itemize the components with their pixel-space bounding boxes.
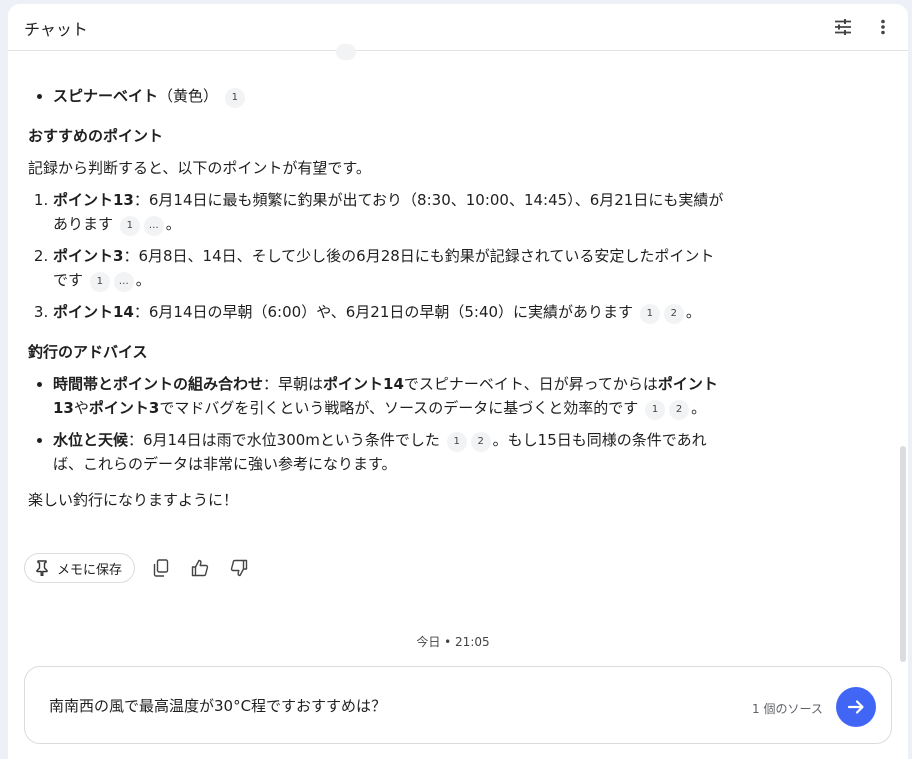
list-item: ポイント3：6月8日、14日、そして少し後の6月28日にも釣果が記録されている安… xyxy=(53,244,728,292)
thumbs-down-button[interactable] xyxy=(226,555,252,581)
citation-chip[interactable]: 1 xyxy=(89,272,110,292)
more-options-button[interactable] xyxy=(871,15,895,39)
query-input[interactable]: 南南西の風で最高温度が30°C程ですおすすめは？ xyxy=(49,695,386,716)
chat-panel: チャット • スピナーベイト（黄色） 1 おすすめのポイント 記録から判断すると… xyxy=(8,4,908,759)
thumbs-up-icon xyxy=(191,559,209,577)
list-item: ポイント14：6月14日の早朝（6:00）や、6月21日の早朝（5:40）に実績… xyxy=(53,300,728,324)
citation-chip[interactable]: 1 xyxy=(224,88,245,108)
chat-title: チャット xyxy=(24,20,88,39)
save-to-note-button[interactable]: メモに保存 xyxy=(24,553,136,583)
citation-chip[interactable]: … xyxy=(143,216,164,236)
source-count: 1 個のソース xyxy=(752,702,823,716)
section-heading: おすすめのポイント xyxy=(28,127,164,145)
tune-settings-button[interactable] xyxy=(831,15,855,39)
copy-icon xyxy=(153,559,169,577)
section-intro: 記録から判断すると、以下のポイントが有望です。 xyxy=(28,159,371,177)
response-content: スピナーベイト（黄色） 1 おすすめのポイント 記録から判断すると、以下のポイン… xyxy=(28,44,728,512)
message-timestamp: 今日 • 21:05 xyxy=(416,635,490,649)
citation-chip[interactable]: … xyxy=(113,272,134,292)
copy-button[interactable] xyxy=(148,555,174,581)
advice-list: 時間帯とポイントの組み合わせ：早朝はポイント14でスピナーベイト、日が昇ってから… xyxy=(28,372,728,476)
thumbs-down-icon xyxy=(230,559,248,577)
list-item: ポイント13：6月14日に最も頻繁に釣果が出ており（8:30、10:00、14:… xyxy=(53,188,728,236)
save-to-note-label: メモに保存 xyxy=(57,562,123,578)
lure-list: スピナーベイト（黄色） 1 xyxy=(28,84,728,108)
citation-chip[interactable]: 1 xyxy=(446,432,467,452)
closing-message: 楽しい釣行になりますように！ xyxy=(28,491,239,509)
list-item: スピナーベイト（黄色） 1 xyxy=(53,84,728,108)
citation-chip[interactable]: 1 xyxy=(645,400,666,420)
scrollbar-thumb[interactable] xyxy=(900,446,906,662)
more-vert-icon xyxy=(881,19,885,35)
arrow-right-icon xyxy=(847,700,864,714)
citation-chip[interactable]: 2 xyxy=(663,304,684,324)
list-item: 水位と天候：6月14日は雨で水位300mという条件でした 12。もし15日も同様… xyxy=(53,428,728,476)
citation-chip[interactable]: 2 xyxy=(669,400,690,420)
message-composer: 南南西の風で最高温度が30°C程ですおすすめは？ 1 個のソース xyxy=(24,666,892,744)
point-list: ポイント13：6月14日に最も頻繁に釣果が出ており（8:30、10:00、14:… xyxy=(28,188,728,324)
citation-chip[interactable]: 2 xyxy=(470,432,491,452)
clipped-citation xyxy=(308,44,356,60)
citation-chip[interactable]: 1 xyxy=(639,304,660,324)
response-actions: メモに保存 xyxy=(24,552,252,584)
citation-chip[interactable]: 1 xyxy=(119,216,140,236)
chat-header: チャット xyxy=(8,4,908,51)
thumbs-up-button[interactable] xyxy=(187,555,213,581)
tune-icon xyxy=(835,19,851,35)
pin-icon xyxy=(36,560,48,576)
send-button[interactable] xyxy=(836,687,876,727)
section-heading: 釣行のアドバイス xyxy=(28,343,148,361)
list-item: 時間帯とポイントの組み合わせ：早朝はポイント14でスピナーベイト、日が昇ってから… xyxy=(53,372,728,420)
